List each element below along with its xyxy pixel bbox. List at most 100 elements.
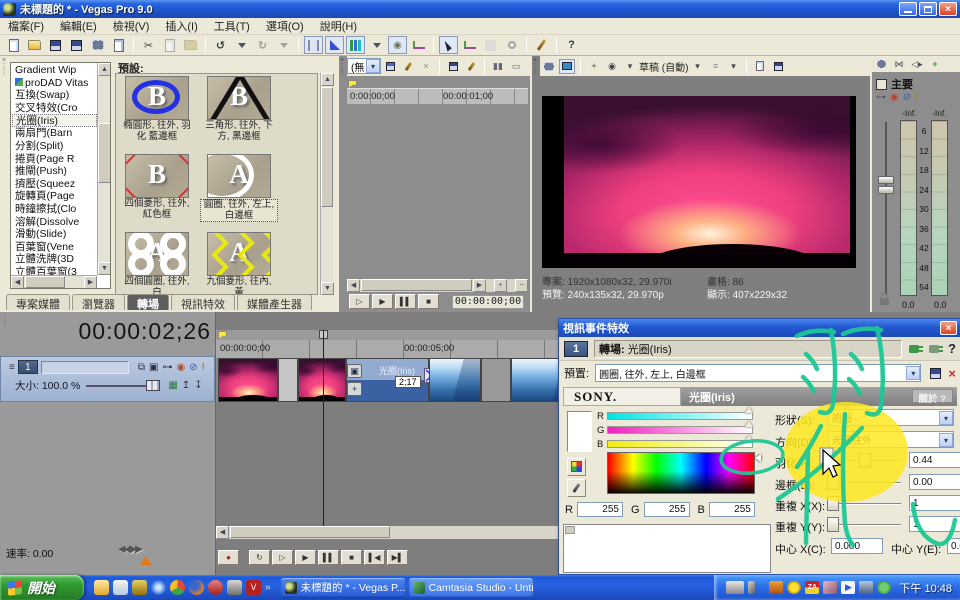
preset-thumb-white-circles-icon[interactable]: A <box>125 232 189 276</box>
hue-saturation-box[interactable] <box>607 452 755 494</box>
border-slider-handle[interactable] <box>827 475 839 490</box>
zoom-edit-tool-icon[interactable] <box>502 36 521 54</box>
render-as-icon[interactable] <box>67 36 86 54</box>
preset-vscrollbar[interactable]: ▲ ▼ <box>320 73 333 295</box>
minimize-track-icon[interactable]: ≡ <box>9 362 15 373</box>
panel-grip[interactable]: ×⋮⋮ <box>338 58 346 76</box>
list-item[interactable]: 百葉窗(Vene <box>12 241 97 254</box>
dialog-close-icon[interactable]: × <box>940 321 957 335</box>
cut-icon[interactable] <box>139 36 158 54</box>
play-from-start-button[interactable]: ▷ <box>349 294 370 309</box>
antivirus-tray-icon[interactable] <box>787 581 801 594</box>
list-item[interactable]: 旋轉頁(Page <box>12 190 97 203</box>
whats-this-help-icon[interactable] <box>562 36 581 54</box>
interactive-tutorials-icon[interactable] <box>532 36 551 54</box>
video-track-header[interactable]: ≡ 1 ⧉ ▣ ⊶ ◉ ⊘ ! 大小: 100.0 % ▦ ↥ ↧ <box>0 356 215 402</box>
list-item[interactable]: proDAD Vitas <box>12 77 97 90</box>
about-button[interactable]: 關於 ? <box>912 389 953 403</box>
menu-tools[interactable]: 工具(T) <box>206 16 258 36</box>
external-monitor-icon[interactable] <box>559 59 575 74</box>
keyframe-slider-chip[interactable] <box>565 526 575 534</box>
mute-icon[interactable]: ⊘ <box>903 92 911 103</box>
event-fx-icon[interactable]: + <box>347 382 362 396</box>
list-vscrollbar[interactable]: ▲ ▼ <box>97 63 110 275</box>
tab-media-generators[interactable]: 媒體產生器 <box>237 294 312 310</box>
firefox-icon[interactable] <box>189 580 204 595</box>
green-value-field[interactable] <box>644 502 690 517</box>
keyboard-icon[interactable] <box>726 581 744 594</box>
list-item[interactable]: 交叉特效(Cro <box>12 102 97 115</box>
list-hscrollbar[interactable]: ◀ ▶ <box>11 275 97 288</box>
play-button[interactable]: ▶ <box>372 294 393 309</box>
direction-select[interactable]: 光圈往外 ▾ <box>828 431 954 448</box>
camera-icon[interactable] <box>227 580 242 595</box>
overflow-chevron-icon[interactable]: » <box>265 582 271 593</box>
flag-tray-icon[interactable] <box>769 581 783 594</box>
track-level-slider[interactable] <box>86 385 158 387</box>
repeat-y-slider-handle[interactable] <box>827 517 839 532</box>
menu-edit[interactable]: 編輯(E) <box>52 16 105 36</box>
tab-video-fx[interactable]: 視訊特效 <box>171 294 235 310</box>
scroll-right-icon[interactable]: ▶ <box>84 276 97 289</box>
open-in-trimmer-icon[interactable] <box>109 36 128 54</box>
border-value-field[interactable] <box>909 474 960 490</box>
shape-select[interactable]: 圓圈 ▾ <box>828 409 954 426</box>
list-item[interactable]: 立體洗牌(3D <box>12 253 97 266</box>
preset-cell[interactable]: B 橢圓形, 往外, 羽化 藍邊框 <box>118 74 196 142</box>
slider-marker-icon[interactable] <box>745 435 753 441</box>
add-media-from-cursor-icon[interactable]: ▮▮ <box>490 59 506 74</box>
video-event-sunset[interactable] <box>218 358 278 402</box>
list-item[interactable]: 分割(Split) <box>12 140 97 153</box>
scroll-up-icon[interactable]: ▲ <box>98 63 111 76</box>
minimize-button[interactable] <box>899 2 917 16</box>
opera-icon[interactable] <box>208 580 223 595</box>
list-item[interactable]: 滑動(Slide) <box>12 228 97 241</box>
preset-combo[interactable]: 圓圈, 往外, 左上, 白邊框 ▾ <box>595 364 921 382</box>
center-x-field[interactable] <box>831 538 883 554</box>
chevron-down-icon[interactable]: ▾ <box>725 59 741 74</box>
insert-bus-icon[interactable]: ⋈ <box>891 57 907 72</box>
menu-view[interactable]: 檢視(V) <box>105 16 158 36</box>
vegas-launcher-icon[interactable]: V <box>246 580 261 595</box>
slider-marker-icon[interactable] <box>745 421 753 427</box>
pause-button[interactable]: ▌▌ <box>318 550 339 565</box>
preset-cell[interactable]: A 九個菱形, 往內, 黃 <box>200 230 278 295</box>
track-name-field[interactable] <box>41 361 129 374</box>
scroll-left-icon[interactable]: ◀ <box>216 526 229 539</box>
add-bus-icon[interactable]: + <box>927 57 943 72</box>
feather-slider-handle[interactable] <box>859 453 871 468</box>
border-slider-track[interactable] <box>833 482 901 483</box>
list-item-selected[interactable]: 光圈(Iris) <box>12 114 97 127</box>
track-mute-icon[interactable]: ⊘ <box>189 362 197 373</box>
preview-quality-icon[interactable]: ◉ <box>604 59 620 74</box>
zoom-out-time-icon[interactable]: − <box>515 279 528 292</box>
snapping-icon[interactable] <box>304 36 323 54</box>
trimmer-hscrollbar[interactable]: ◀ ▶ + − <box>347 279 528 292</box>
repeat-x-slider-handle[interactable] <box>827 496 839 511</box>
green-channel-slider[interactable] <box>607 426 753 434</box>
save-preset-icon[interactable] <box>927 365 944 381</box>
list-item[interactable]: 互換(Swap) <box>12 89 97 102</box>
red-channel-slider[interactable] <box>607 412 753 420</box>
auto-ripple-icon[interactable] <box>325 36 344 54</box>
preset-cell[interactable]: A 四個圓圈, 往外, 白 <box>118 230 196 295</box>
update-tray-icon[interactable] <box>877 581 891 594</box>
fx-gear-icon[interactable]: ◉ <box>890 92 899 103</box>
repeat-x-slider-track[interactable] <box>833 503 901 504</box>
bypass-motion-blur-icon[interactable]: ⧉ <box>138 362 145 373</box>
task-button-camtasia[interactable]: Camtasia Studio - Unti... <box>409 578 533 598</box>
redo-icon[interactable]: ↻ <box>253 36 272 54</box>
redo-dropdown-icon[interactable] <box>274 36 293 54</box>
timeline-hscrollbar[interactable]: ◀ <box>216 526 560 539</box>
volume-fader[interactable] <box>878 176 894 196</box>
scroll-down-icon[interactable]: ▼ <box>98 262 111 275</box>
save-markers-icon[interactable] <box>445 59 461 74</box>
close-button[interactable]: × <box>939 2 957 16</box>
automation-gear-icon[interactable]: ◉ <box>176 362 185 373</box>
chevron-down-icon[interactable]: ▾ <box>366 59 380 73</box>
scroll-up-icon[interactable]: ▲ <box>321 73 334 86</box>
winamp-icon[interactable] <box>132 580 147 595</box>
delete-icon[interactable]: × <box>418 59 434 74</box>
repeat-y-slider-track[interactable] <box>833 524 901 525</box>
overlays-icon[interactable]: ≡ <box>707 59 723 74</box>
